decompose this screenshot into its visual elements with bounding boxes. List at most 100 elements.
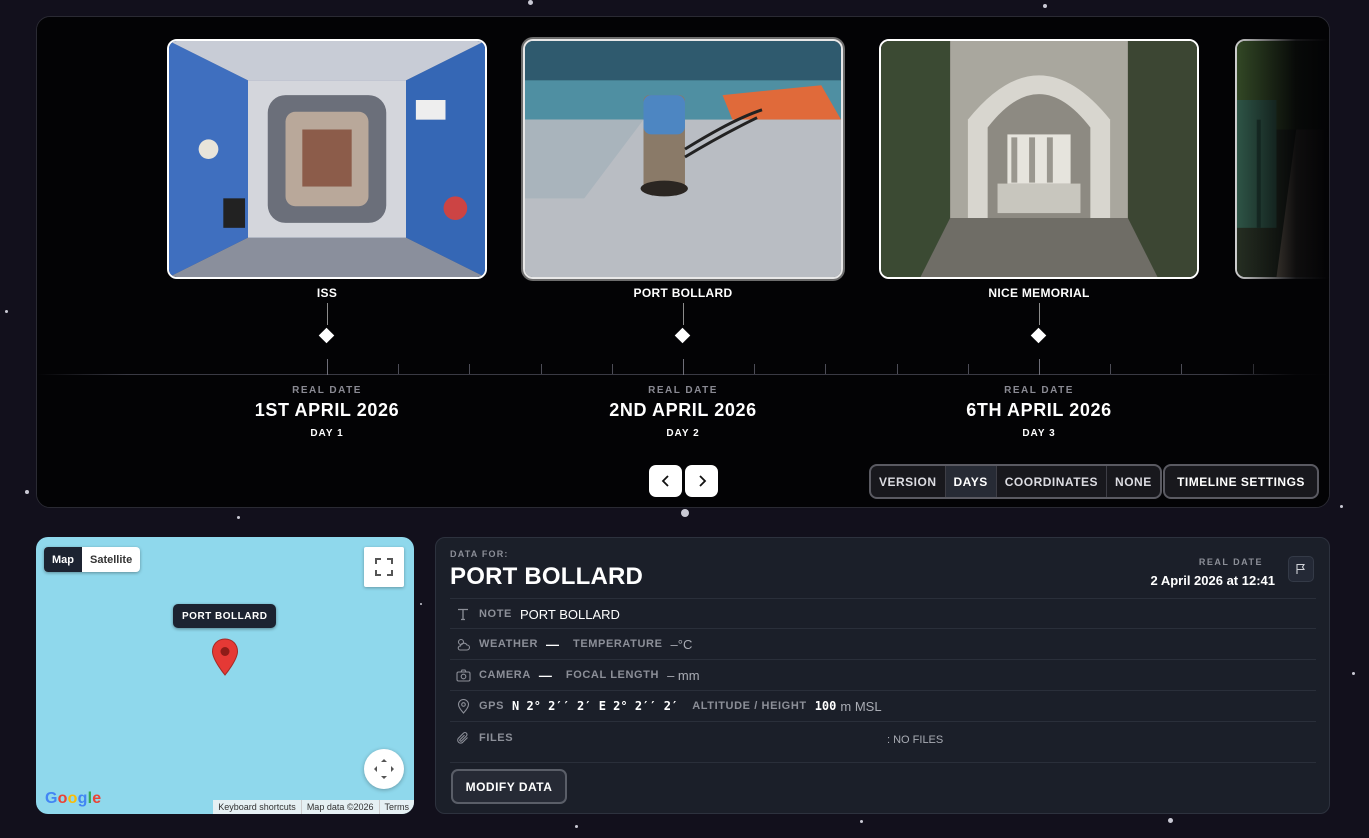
axis-tick <box>683 359 684 375</box>
temperature-label: TEMPERATURE <box>573 638 663 650</box>
street-image <box>1237 41 1329 277</box>
scene-marker[interactable] <box>318 327 335 344</box>
background-star <box>681 509 689 517</box>
scene-label: P <box>1235 286 1329 300</box>
map-pin-icon[interactable] <box>211 638 239 676</box>
axis-tick <box>754 364 755 374</box>
day-label: DAY 1 <box>310 428 344 439</box>
date-block: 7 <box>1285 385 1329 410</box>
mode-coordinates[interactable]: COORDINATES <box>997 466 1108 497</box>
scene-marker[interactable] <box>674 327 691 344</box>
axis-tick <box>1039 359 1040 375</box>
axis-tick <box>897 364 898 374</box>
modify-data-button[interactable]: MODIFY DATA <box>451 769 567 804</box>
nice-memorial-image <box>881 41 1197 277</box>
files-value: : NO FILES <box>887 734 944 746</box>
map-view-button[interactable]: Map <box>44 547 82 572</box>
weather-label: WEATHER <box>479 638 538 650</box>
map-pan-control[interactable] <box>364 749 404 789</box>
background-star <box>528 0 533 5</box>
google-logo: Google <box>45 790 102 807</box>
paperclip-icon <box>452 731 474 745</box>
text-icon <box>452 607 474 621</box>
axis-tick <box>968 364 969 374</box>
data-caption: DATA FOR: <box>450 549 509 559</box>
camera-icon <box>452 668 474 682</box>
background-star <box>575 825 578 828</box>
scene-marker[interactable] <box>1030 327 1047 344</box>
scene-connector <box>683 303 684 325</box>
gps-value: N 2° 2′′ 2′ E 2° 2′′ 2′ <box>512 699 679 713</box>
background-star <box>420 603 422 605</box>
background-star <box>860 820 863 823</box>
background-star <box>1340 505 1343 508</box>
scene-label: NICE MEMORIAL <box>988 286 1090 300</box>
date-block: REAL DATE 1ST APRIL 2026 DAY 1 <box>217 385 437 439</box>
scene-thumbnail-port-bollard[interactable] <box>523 39 843 279</box>
location-pin-icon <box>452 698 474 714</box>
date-caption: REAL DATE <box>1004 385 1074 396</box>
chevron-right-icon <box>698 475 706 487</box>
focal-length-value: – mm <box>667 667 700 683</box>
flag-button[interactable] <box>1288 556 1314 582</box>
background-star <box>25 490 29 494</box>
axis-tick <box>469 364 470 374</box>
note-value: PORT BOLLARD <box>519 606 620 622</box>
timeline-settings-button[interactable]: TIMELINE SETTINGS <box>1163 464 1319 499</box>
timeline-panel: ISS PORT BOLLARD NICE MEMORIAL REAL DATE… <box>36 16 1330 508</box>
background-star <box>5 310 8 313</box>
mode-none[interactable]: NONE <box>1107 466 1160 497</box>
axis-tick <box>398 364 399 374</box>
map-marker-label: PORT BOLLARD <box>173 604 277 628</box>
scene-connector <box>1039 303 1040 325</box>
axis-tick <box>327 359 328 375</box>
day-label: DAY 3 <box>1022 428 1056 439</box>
date-value: 2ND APRIL 2026 <box>609 400 757 420</box>
scene-data-panel: DATA FOR: PORT BOLLARD REAL DATE 2 April… <box>435 537 1330 814</box>
fullscreen-icon <box>375 558 393 576</box>
axis-tick <box>1110 364 1111 374</box>
terms-link[interactable]: Terms <box>378 800 415 814</box>
background-star <box>1168 818 1173 823</box>
date-value: 6TH APRIL 2026 <box>966 400 1112 420</box>
scene-thumbnail-next[interactable] <box>1235 39 1329 279</box>
move-arrows-icon <box>374 759 394 779</box>
previous-scene-button[interactable] <box>649 465 682 497</box>
background-star <box>1043 4 1047 8</box>
date-caption: REAL DATE <box>648 385 718 396</box>
scene-thumbnail-nice-memorial[interactable] <box>879 39 1199 279</box>
weather-icon <box>452 637 474 652</box>
real-date-value: 2 April 2026 at 12:41 <box>1150 573 1275 588</box>
port-bollard-image <box>525 41 841 277</box>
temperature-value: –°C <box>670 636 693 652</box>
keyboard-shortcuts-link[interactable]: Keyboard shortcuts <box>213 800 301 814</box>
timeline-fade-left <box>37 17 127 507</box>
location-map[interactable]: Map Satellite PORT BOLLARD Google Keyboa… <box>36 537 414 814</box>
axis-tick <box>541 364 542 374</box>
camera-value: — <box>538 667 552 683</box>
weather-value: — <box>546 636 559 652</box>
scene-connector <box>327 303 328 325</box>
real-date-caption: REAL DATE <box>1198 557 1263 567</box>
axis-tick <box>1181 364 1182 374</box>
files-label: FILES <box>479 732 514 744</box>
altitude-unit: m MSL <box>840 698 882 714</box>
focal-length-label: FOCAL LENGTH <box>565 669 660 681</box>
gps-row: GPS N 2° 2′′ 2′ E 2° 2′′ 2′ ALTITUDE / H… <box>450 690 1316 721</box>
scene-label: ISS <box>316 286 338 300</box>
altitude-label: ALTITUDE / HEIGHT <box>692 700 807 712</box>
next-scene-button[interactable] <box>685 465 718 497</box>
day-label: DAY 2 <box>666 428 700 439</box>
fullscreen-button[interactable] <box>364 547 404 587</box>
satellite-view-button[interactable]: Satellite <box>82 547 140 572</box>
mode-days[interactable]: DAYS <box>945 466 997 497</box>
background-star <box>1352 672 1355 675</box>
timeline-mode-selector: VERSION DAYS COORDINATES NONE <box>869 464 1162 499</box>
mode-version[interactable]: VERSION <box>871 466 946 497</box>
scene-title: PORT BOLLARD <box>450 563 644 590</box>
divider <box>450 762 1316 763</box>
scene-thumbnail-iss[interactable] <box>167 39 487 279</box>
date-value: 1ST APRIL 2026 <box>254 400 400 420</box>
axis-tick <box>825 364 826 374</box>
map-data-label: Map data ©2026 <box>300 800 379 814</box>
